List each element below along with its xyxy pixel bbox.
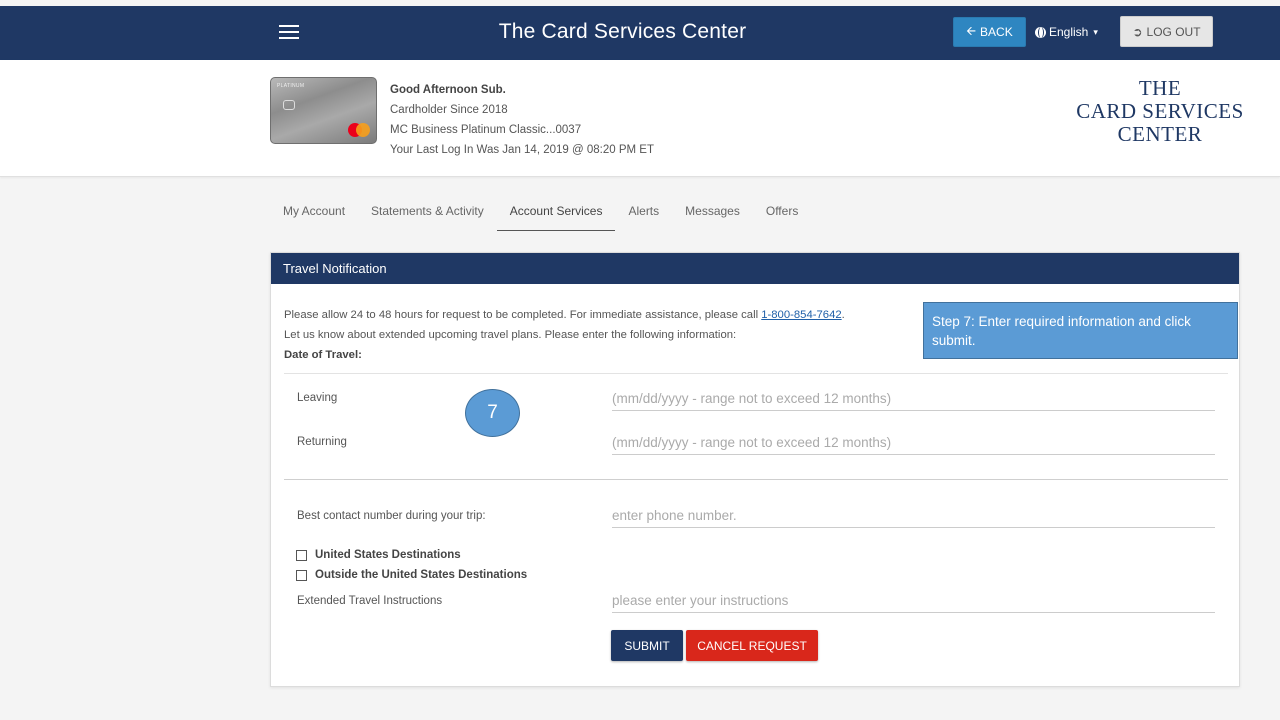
tab-alerts[interactable]: Alerts	[615, 194, 672, 231]
card-chip-icon	[283, 100, 295, 110]
card-brand-text: PLATINUM	[277, 83, 305, 89]
profile-header: PLATINUM Good Afternoon Sub. Cardholder …	[0, 60, 1280, 177]
last-login: Your Last Log In Was Jan 14, 2019 @ 08:2…	[390, 144, 654, 156]
intro-period: .	[841, 309, 845, 321]
submit-button[interactable]: SUBMIT	[611, 630, 683, 661]
top-bar: The Card Services Center 🡨 BACK English …	[0, 6, 1280, 60]
checkbox-icon	[296, 569, 307, 581]
instructions-label: Extended Travel Instructions	[297, 595, 443, 607]
globe-icon	[1035, 26, 1046, 38]
back-label: BACK	[980, 25, 1013, 39]
tab-statements-activity[interactable]: Statements & Activity	[358, 194, 497, 231]
outside-destinations-label: Outside the United States Destinations	[315, 569, 528, 581]
nav-tabs: My Account Statements & Activity Account…	[270, 194, 811, 231]
leaving-date-input[interactable]: (mm/dd/yyyy - range not to exceed 12 mon…	[612, 387, 1215, 411]
tab-account-services[interactable]: Account Services	[496, 194, 616, 231]
tab-offers[interactable]: Offers	[753, 194, 811, 231]
cardholder-since: Cardholder Since 2018	[390, 104, 508, 116]
travel-notification-panel: Travel Notification Please allow 24 to 4…	[270, 252, 1240, 687]
returning-label: Returning	[297, 436, 347, 448]
us-destinations-label: United States Destinations	[315, 549, 461, 561]
divider	[284, 479, 1228, 480]
language-selector[interactable]: English ▾	[1035, 25, 1098, 39]
credit-card-image: PLATINUM	[270, 77, 377, 144]
intro-line-2: Let us know about extended upcoming trav…	[284, 329, 737, 341]
tab-my-account[interactable]: My Account	[270, 194, 358, 231]
intro-text: Please allow 24 to 48 hours for request …	[284, 305, 845, 365]
sign-out-icon: ➲	[1132, 24, 1143, 39]
logo-line-1: THE	[1138, 76, 1182, 100]
leaving-label: Leaving	[297, 392, 338, 404]
back-button[interactable]: 🡨 BACK	[953, 17, 1026, 47]
brand-logo: THE CARD SERVICES CENTER	[1075, 77, 1245, 146]
greeting: Good Afternoon Sub.	[390, 84, 506, 96]
step-number-badge: 7	[465, 389, 520, 437]
logo-line-3: CENTER	[1117, 122, 1203, 146]
account-name: MC Business Platinum Classic...0037	[390, 124, 582, 136]
tab-messages[interactable]: Messages	[672, 194, 753, 231]
contact-label: Best contact number during your trip:	[297, 510, 486, 522]
date-of-travel-heading: Date of Travel:	[284, 349, 362, 361]
outside-us-destinations-checkbox[interactable]: Outside the United States Destinations	[296, 569, 527, 581]
panel-title: Travel Notification	[271, 253, 1239, 284]
language-label: English	[1049, 25, 1089, 39]
logout-label: LOG OUT	[1146, 24, 1201, 39]
divider	[284, 373, 1228, 374]
logo-line-2: CARD SERVICES	[1076, 99, 1244, 123]
mastercard-logo-icon	[348, 123, 370, 137]
phone-input[interactable]: enter phone number.	[612, 504, 1215, 528]
caret-down-icon: ▾	[1093, 26, 1098, 37]
checkbox-icon	[296, 549, 307, 561]
phone-link[interactable]: 1-800-854-7642	[761, 309, 841, 321]
intro-line-1: Please allow 24 to 48 hours for request …	[284, 309, 762, 321]
step-callout: Step 7: Enter required information and c…	[923, 302, 1238, 359]
returning-date-input[interactable]: (mm/dd/yyyy - range not to exceed 12 mon…	[612, 431, 1215, 455]
arrow-left-icon: 🡨	[966, 23, 977, 38]
us-destinations-checkbox[interactable]: United States Destinations	[296, 549, 461, 561]
instructions-input[interactable]: please enter your instructions	[612, 589, 1215, 613]
cancel-request-button[interactable]: CANCEL REQUEST	[686, 630, 818, 661]
logout-button[interactable]: ➲ LOG OUT	[1120, 16, 1213, 47]
profile-info: Good Afternoon Sub. Cardholder Since 201…	[390, 80, 654, 160]
